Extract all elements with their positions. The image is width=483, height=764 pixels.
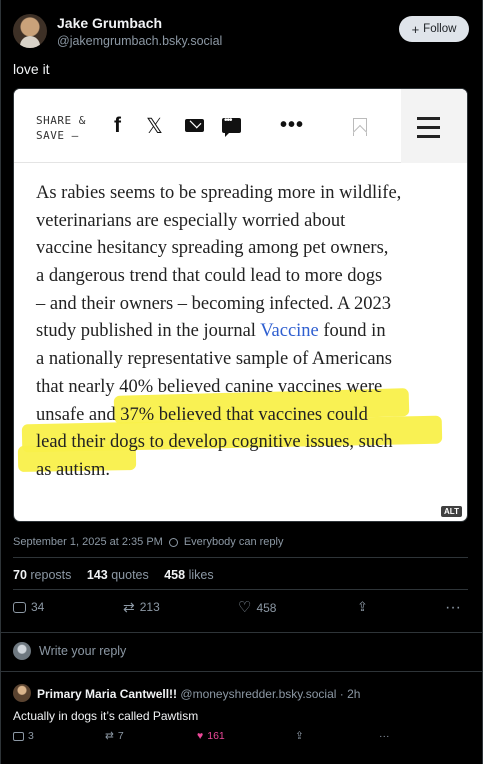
- article-line: vaccine hesitancy spreading among pet ow…: [36, 238, 389, 259]
- reply-button[interactable]: 34: [13, 600, 44, 614]
- reply-dot: ·: [339, 687, 344, 701]
- article-line: As rabies seems to be spreading more in …: [36, 183, 402, 203]
- reply-icon: [13, 601, 26, 613]
- reply-composer[interactable]: Write your reply: [13, 642, 126, 660]
- heart-filled-icon: ♥: [197, 730, 204, 742]
- x-icon: 𝕏: [146, 115, 163, 138]
- article-line: a dangerous trend that could lead to mor…: [36, 266, 383, 287]
- post-thread: Jake Grumbach @jakemgrumbach.bsky.social…: [0, 0, 483, 764]
- reply-text: Actually in dogs it’s called Pawtism: [13, 709, 199, 723]
- post-actions: 34 ⇄ 213 ♡ 458 ⇪ ···: [13, 600, 468, 620]
- more-icon: ···: [445, 599, 461, 616]
- reply-icon: [13, 731, 24, 741]
- reply-author-name[interactable]: Primary Maria Cantwell!!: [37, 687, 177, 701]
- share-button[interactable]: ⇪: [357, 600, 368, 613]
- engagement-stats: 70 reposts 143 quotes 458 likes: [13, 568, 226, 582]
- article-line: veterinarians are especially worried abo…: [36, 210, 346, 231]
- heart-icon: ♡: [238, 599, 252, 616]
- author-handle[interactable]: @jakemgrumbach.bsky.social: [57, 34, 222, 48]
- reply-share-button[interactable]: ⇪: [295, 730, 304, 742]
- embedded-image[interactable]: SHARE & SAVE — f 𝕏 ••• As rabies seems t…: [13, 88, 468, 522]
- timestamp-text: September 1, 2025 at 2:35 PM: [13, 536, 163, 548]
- reply-like-count: 161: [207, 730, 225, 742]
- reply-visibility: Everybody can reply: [183, 536, 284, 548]
- more-icon: ···: [379, 730, 390, 742]
- author-name[interactable]: Jake Grumbach: [57, 15, 162, 31]
- article-body: As rabies seems to be spreading more in …: [36, 180, 456, 485]
- repost-count-action: 213: [139, 600, 160, 614]
- article-cut-off-line: [36, 515, 436, 521]
- share-save-label: SHARE & SAVE —: [36, 114, 86, 142]
- share-icon: ⇪: [295, 730, 304, 742]
- repost-icon: ⇄: [123, 599, 135, 615]
- reply-avatar[interactable]: [13, 684, 31, 702]
- reply-age: 2h: [347, 687, 361, 701]
- reply-more-button[interactable]: ···: [379, 730, 390, 742]
- article-line: a nationally representative sample of Am…: [36, 349, 392, 370]
- more-options-button[interactable]: ···: [445, 600, 461, 616]
- like-button[interactable]: ♡ 458: [238, 600, 276, 615]
- repost-count[interactable]: 70 reposts: [13, 568, 71, 582]
- avatar: [13, 642, 31, 660]
- like-count[interactable]: 458 likes: [164, 568, 213, 582]
- repost-button[interactable]: ⇄ 213: [123, 600, 160, 614]
- article-line: study published in the journal Vaccine f…: [36, 321, 386, 342]
- divider: [13, 557, 468, 558]
- facebook-icon: f: [114, 114, 121, 137]
- reply-author-handle[interactable]: @moneyshredder.bsky.social: [180, 687, 336, 701]
- article-line: as autism.: [36, 459, 110, 480]
- post-text: love it: [13, 61, 50, 77]
- quote-count[interactable]: 143 quotes: [87, 568, 149, 582]
- post-timestamp: September 1, 2025 at 2:35 PM Everybody c…: [13, 536, 284, 548]
- alt-badge[interactable]: ALT: [441, 506, 462, 517]
- article-link: Vaccine: [260, 321, 319, 342]
- article-line: lead their dogs to develop cognitive iss…: [36, 432, 393, 453]
- chat-icon: [222, 115, 241, 137]
- article-line: that nearly 40% believed canine vaccines…: [36, 376, 383, 397]
- mail-icon: [185, 119, 204, 132]
- bookmark-icon: [353, 118, 367, 136]
- reply-like-button[interactable]: ♥ 161: [197, 730, 225, 742]
- reply-actions: 3 ⇄ 7 ♥ 161 ⇪ ···: [13, 730, 468, 746]
- article-line: – and their owners – becoming infected. …: [36, 293, 392, 314]
- reply-count: 34: [31, 600, 45, 614]
- article-line: unsafe and 37% believed that vaccines co…: [36, 404, 368, 425]
- reply-reply-count: 3: [28, 730, 34, 742]
- divider: [1, 671, 483, 672]
- reply-placeholder: Write your reply: [39, 644, 127, 658]
- avatar[interactable]: [13, 14, 47, 48]
- like-count-action: 458: [256, 600, 277, 615]
- article-share-bar: SHARE & SAVE — f 𝕏 •••: [14, 89, 467, 163]
- follow-button[interactable]: + Follow: [399, 16, 469, 42]
- divider: [1, 632, 483, 633]
- reply-repost-count: 7: [117, 730, 124, 742]
- divider: [13, 589, 468, 590]
- repost-icon: ⇄: [105, 730, 114, 742]
- reply-reply-button[interactable]: 3: [13, 730, 34, 742]
- reply-header: Primary Maria Cantwell!! @moneyshredder.…: [37, 687, 360, 701]
- follow-label: Follow: [423, 23, 457, 35]
- more-icon: •••: [280, 114, 305, 136]
- plus-icon: +: [411, 21, 420, 37]
- reply-repost-button[interactable]: ⇄ 7: [105, 730, 124, 742]
- globe-icon: [168, 537, 178, 547]
- share-icon: ⇪: [357, 599, 368, 614]
- hamburger-icon: [401, 89, 467, 163]
